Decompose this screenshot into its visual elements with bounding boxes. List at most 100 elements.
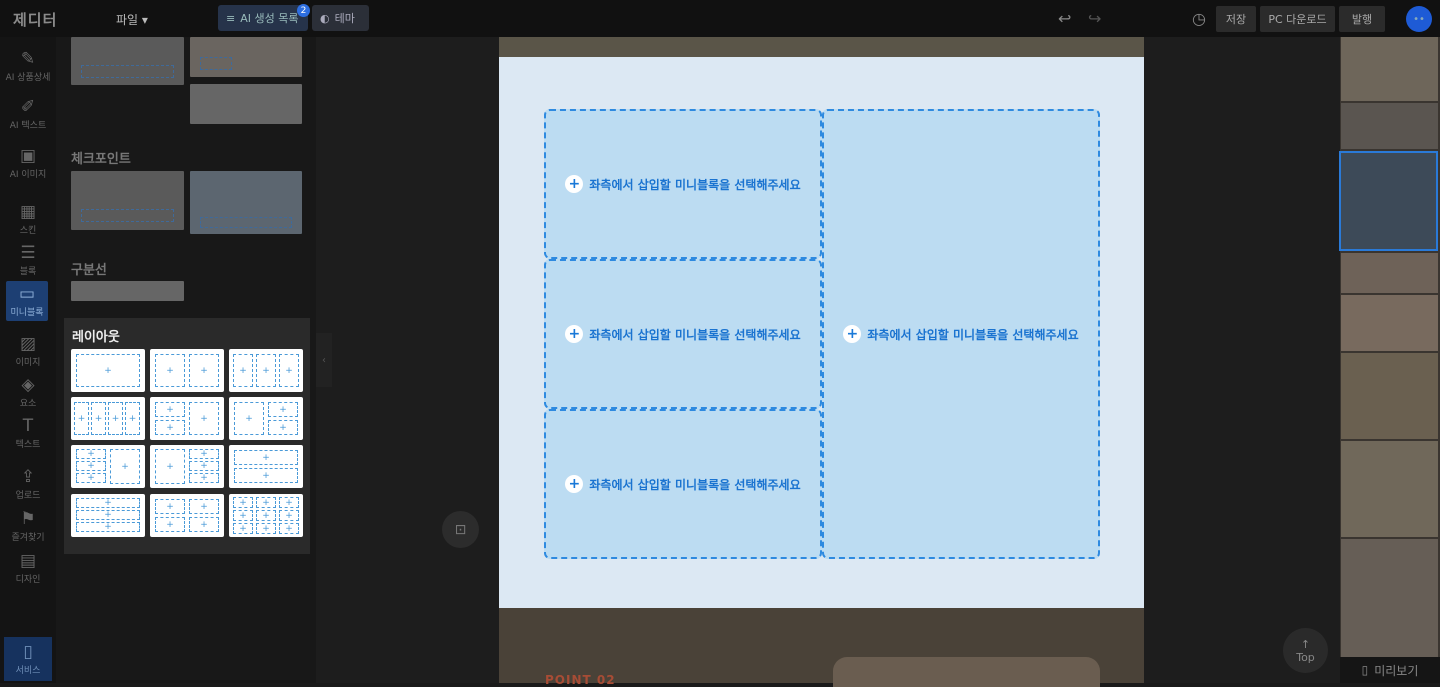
nav-mini-block[interactable]: ▭ 미니블록 (6, 281, 48, 321)
layout-option-1left-2right[interactable]: + + + (229, 397, 303, 440)
pc-download-button[interactable]: PC 다운로드 (1260, 6, 1335, 32)
layout-title: 레이아웃 (72, 330, 120, 345)
mini-block-thumb[interactable] (190, 37, 302, 77)
ai-list-button[interactable]: ≡ AI 생성 목록 2 (218, 4, 310, 31)
slot-placeholder: 좌측에서 삽입할 미니블록을 선택해주세요 (589, 177, 801, 192)
preview-label: 미리보기 (1374, 663, 1419, 678)
nav-service[interactable]: ▯ 서비스 (4, 637, 52, 681)
nav-skin[interactable]: ▦ 스킨 (4, 197, 52, 241)
mini-block-thumb[interactable] (71, 37, 184, 85)
ai-product-icon: ✎ (20, 48, 36, 69)
slot-placeholder: 좌측에서 삽입할 미니블록을 선택해주세요 (867, 327, 1079, 342)
history-icon[interactable]: ◷ (1192, 9, 1206, 28)
ai-text-icon: ✐ (20, 96, 36, 117)
nav-label: 미니블록 (10, 307, 44, 318)
page-thumbnail-selected[interactable] (1339, 151, 1438, 251)
save-button[interactable]: 저장 (1216, 6, 1256, 32)
layout-option-3left-1right[interactable]: + + + + (71, 445, 145, 488)
nav-text[interactable]: T 텍스트 (4, 411, 52, 455)
app-logo[interactable]: 제디터 (13, 9, 57, 30)
arrow-up-icon: ↑ (1300, 637, 1311, 651)
scroll-top-label: Top (1296, 650, 1315, 664)
layout-option-2x2[interactable]: + + + + (150, 494, 224, 537)
page-thumbnail[interactable] (1341, 295, 1438, 351)
publish-button[interactable]: 발행 (1339, 6, 1385, 32)
layout-option-2left-1right[interactable]: + + + (150, 397, 224, 440)
nav-label: AI 상품상세 (5, 72, 51, 83)
ai-list-label: AI 생성 목록 (240, 12, 299, 25)
scroll-top-button[interactable]: ↑ Top (1283, 628, 1328, 673)
bookmark-icon: ⚑ (20, 508, 36, 529)
mini-block-thumb[interactable] (71, 171, 184, 230)
mini-block-slot-left-middle[interactable]: + 좌측에서 삽입할 미니블록을 선택해주세요 (544, 259, 822, 409)
page-thumbnail[interactable] (1341, 353, 1438, 439)
top-bar: 제디터 파일 ▾ ≡ AI 생성 목록 2 ◐ 테마 ↩ ↪ ◷ 저장 PC 다… (0, 0, 1440, 37)
nav-label: 스킨 (19, 225, 37, 236)
nav-ai-product[interactable]: ✎ AI 상품상세 (4, 44, 52, 88)
plus-icon: + (565, 475, 584, 493)
nav-my-design[interactable]: ▤ 디자인 (4, 546, 52, 590)
page-thumbnail[interactable] (1341, 103, 1438, 149)
text-icon: T (22, 415, 34, 436)
nav-element[interactable]: ◈ 요소 (4, 370, 52, 414)
section-title-divider: 구분선 (71, 263, 107, 278)
nav-label: 업로드 (15, 490, 41, 501)
page-thumbnail[interactable] (1341, 253, 1438, 293)
nav-ai-text[interactable]: ✐ AI 텍스트 (4, 92, 52, 136)
divider-thumb[interactable] (71, 281, 184, 301)
left-nav: ✎ AI 상품상세 ✐ AI 텍스트 ▣ AI 이미지 ▦ 스킨 ☰ 블록 ▭ 미니블록 ▨… (0, 37, 56, 683)
file-menu[interactable]: 파일 ▾ (116, 11, 148, 28)
page-thumbnail[interactable] (1341, 441, 1438, 537)
section-title-checkpoint: 체크포인트 (71, 152, 131, 167)
nav-label: 텍스트 (15, 439, 41, 450)
nav-bookmark[interactable]: ⚑ 즐겨찾기 (4, 504, 52, 548)
mini-block-slot-right[interactable]: + 좌측에서 삽입할 미니블록을 선택해주세요 (822, 109, 1100, 559)
mini-block-slot-left-top[interactable]: + 좌측에서 삽입할 미니블록을 선택해주세요 (544, 109, 822, 259)
nav-label: 요소 (19, 398, 37, 409)
text-tool-icon[interactable]: ⊡ (442, 511, 479, 548)
plus-icon: + (565, 325, 584, 343)
file-menu-label: 파일 (116, 13, 139, 27)
plus-icon: + (565, 175, 584, 193)
nav-label: AI 텍스트 (9, 120, 47, 131)
page-thumbnail[interactable] (1341, 37, 1438, 101)
nav-label: 디자인 (15, 574, 41, 585)
undo-icon[interactable]: ↩ (1058, 9, 1071, 28)
redo-icon[interactable]: ↪ (1088, 9, 1101, 28)
layout-option-3col[interactable]: + + + (229, 349, 303, 392)
mobile-icon: ▯ (1361, 663, 1369, 677)
palette-icon: ◐ (320, 11, 330, 25)
layout-option-2row[interactable]: + + (229, 445, 303, 488)
image-icon: ▨ (19, 333, 37, 354)
theme-label: 테마 (334, 12, 355, 25)
mini-block-thumb[interactable] (190, 171, 302, 234)
nav-ai-image[interactable]: ▣ AI 이미지 (4, 141, 52, 185)
mini-block-thumb[interactable] (190, 84, 302, 124)
list-icon: ≡ (226, 11, 236, 25)
layout-option-4col[interactable]: + + + + (71, 397, 145, 440)
plus-icon: + (843, 325, 862, 343)
upload-icon: ⇪ (20, 466, 36, 487)
nav-label: 즐겨찾기 (11, 532, 45, 543)
point-label: POINT 02 (545, 673, 616, 687)
preview-button[interactable]: ▯ 미리보기 (1340, 657, 1440, 683)
avatar[interactable]: •• (1406, 6, 1432, 32)
page-thumbnail[interactable] (1341, 539, 1438, 657)
nav-label: 서비스 (15, 665, 41, 676)
panel-collapse-handle[interactable]: ‹ (316, 333, 332, 387)
slot-placeholder: 좌측에서 삽입할 미니블록을 선택해주세요 (589, 477, 801, 492)
element-icon: ◈ (21, 374, 35, 395)
layout-option-3x3[interactable]: + + + + + + + + + (229, 494, 303, 537)
mini-block-slot-left-bottom[interactable]: + 좌측에서 삽입할 미니블록을 선택해주세요 (544, 409, 822, 559)
layout-option-1col[interactable]: + (71, 349, 145, 392)
nav-upload[interactable]: ⇪ 업로드 (4, 462, 52, 506)
layout-option-2col[interactable]: + + (150, 349, 224, 392)
nav-image[interactable]: ▨ 이미지 (4, 329, 52, 373)
layout-option-3row[interactable]: + + + (71, 494, 145, 537)
ai-list-badge: 2 (297, 4, 310, 17)
theme-button[interactable]: ◐ 테마 (312, 5, 369, 31)
layout-option-1left-3right[interactable]: + + + + (150, 445, 224, 488)
skin-icon: ▦ (19, 201, 37, 222)
service-icon: ▯ (23, 641, 33, 662)
nav-block[interactable]: ☰ 블록 (4, 238, 52, 282)
